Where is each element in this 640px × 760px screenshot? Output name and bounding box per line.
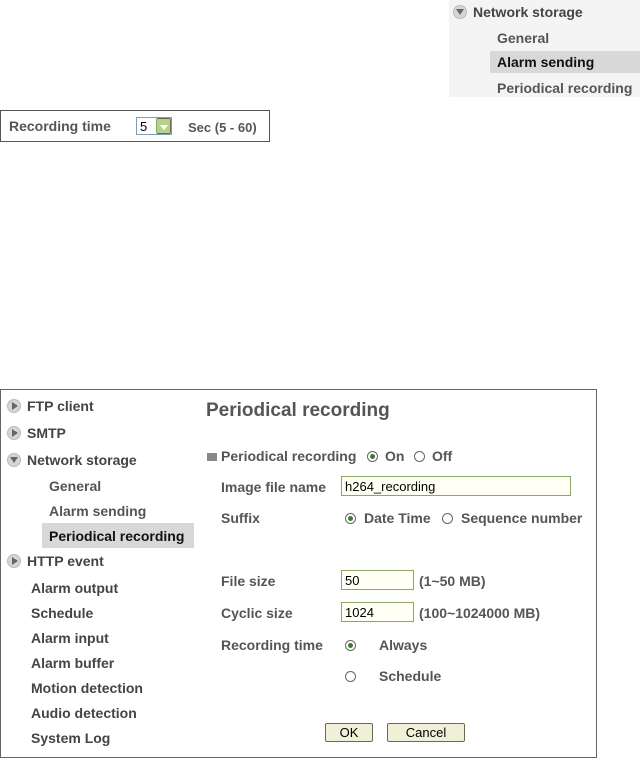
recording-schedule-label: Schedule <box>379 668 442 684</box>
periodical-on-label: On <box>385 448 405 464</box>
ok-button[interactable]: OK <box>325 723 373 742</box>
dropdown-arrow-icon[interactable] <box>156 118 171 134</box>
chevron-right-icon <box>7 554 21 568</box>
suffix-date-time-label: Date Time <box>364 510 431 526</box>
file-size-label: File size <box>221 573 276 589</box>
recording-always-radio[interactable] <box>345 640 356 651</box>
cyclic-size-range: (100~1024000 MB) <box>419 605 541 621</box>
chevron-down-icon <box>7 453 21 467</box>
periodical-off-radio[interactable] <box>414 451 425 462</box>
chevron-right-icon <box>7 426 21 440</box>
periodical-off-label: Off <box>432 448 453 464</box>
settings-panel: FTP client SMTP Network storage General … <box>0 389 597 758</box>
nav-item-label: Network storage <box>473 4 583 20</box>
suffix-sequence-label: Sequence number <box>461 510 583 526</box>
suffix-label: Suffix <box>221 510 260 526</box>
cyclic-size-label: Cyclic size <box>221 605 293 621</box>
sidebar-item-label: HTTP event <box>27 553 104 569</box>
nav-item-periodical-recording[interactable]: Periodical recording <box>497 80 632 96</box>
sidebar-item-label: FTP client <box>27 398 94 414</box>
sidebar-item-motion-detection[interactable]: Motion detection <box>31 680 143 696</box>
sidebar-item-general[interactable]: General <box>49 478 101 494</box>
periodical-recording-label: Periodical recording <box>221 448 357 464</box>
suffix-date-time-radio[interactable] <box>345 513 356 524</box>
sidebar-item-alarm-buffer[interactable]: Alarm buffer <box>31 655 114 671</box>
image-file-name-input[interactable]: h264_recording <box>341 476 571 496</box>
recording-time-snippet: Recording time 5 Sec (5 - 60) <box>0 110 270 142</box>
recording-time-value: 5 <box>140 119 148 134</box>
chevron-right-icon <box>7 399 21 413</box>
nav-item-alarm-sending[interactable]: Alarm sending <box>490 51 640 73</box>
file-size-input[interactable]: 50 <box>341 570 414 590</box>
sidebar-item-label: SMTP <box>27 425 66 441</box>
image-file-name-label: Image file name <box>221 479 327 495</box>
recording-always-label: Always <box>379 637 428 653</box>
recording-time-label: Recording time <box>221 637 323 653</box>
suffix-sequence-radio[interactable] <box>442 513 453 524</box>
sidebar-item-schedule[interactable]: Schedule <box>31 605 93 621</box>
nav-snippet: Network storage General Alarm sending Pe… <box>449 0 640 97</box>
recording-time-unit: Sec (5 - 60) <box>188 120 257 135</box>
sidebar-item-http-event[interactable]: HTTP event <box>7 553 104 569</box>
page-title: Periodical recording <box>206 400 390 421</box>
sidebar-item-audio-detection[interactable]: Audio detection <box>31 705 137 721</box>
recording-time-select[interactable]: 5 <box>136 117 172 135</box>
sidebar-item-label: Network storage <box>27 452 137 468</box>
sidebar-item-alarm-output[interactable]: Alarm output <box>31 580 118 596</box>
section-bullet-icon <box>207 453 217 461</box>
sidebar-item-alarm-sending[interactable]: Alarm sending <box>49 503 146 519</box>
file-size-range: (1~50 MB) <box>419 573 486 589</box>
chevron-down-icon <box>453 5 467 19</box>
recording-schedule-radio[interactable] <box>345 671 356 682</box>
sidebar-item-system-log[interactable]: System Log <box>31 730 110 746</box>
cancel-button[interactable]: Cancel <box>387 723 465 742</box>
sidebar-item-alarm-input[interactable]: Alarm input <box>31 630 109 646</box>
sidebar-item-ftp-client[interactable]: FTP client <box>7 398 94 414</box>
periodical-on-radio[interactable] <box>367 451 378 462</box>
nav-item-network-storage[interactable]: Network storage <box>453 4 583 20</box>
nav-item-general[interactable]: General <box>497 30 549 46</box>
sidebar-item-smtp[interactable]: SMTP <box>7 425 66 441</box>
recording-time-label: Recording time <box>9 118 111 134</box>
cyclic-size-input[interactable]: 1024 <box>341 602 414 622</box>
sidebar-item-network-storage[interactable]: Network storage <box>7 452 137 468</box>
sidebar-item-periodical-recording[interactable]: Periodical recording <box>49 528 184 544</box>
